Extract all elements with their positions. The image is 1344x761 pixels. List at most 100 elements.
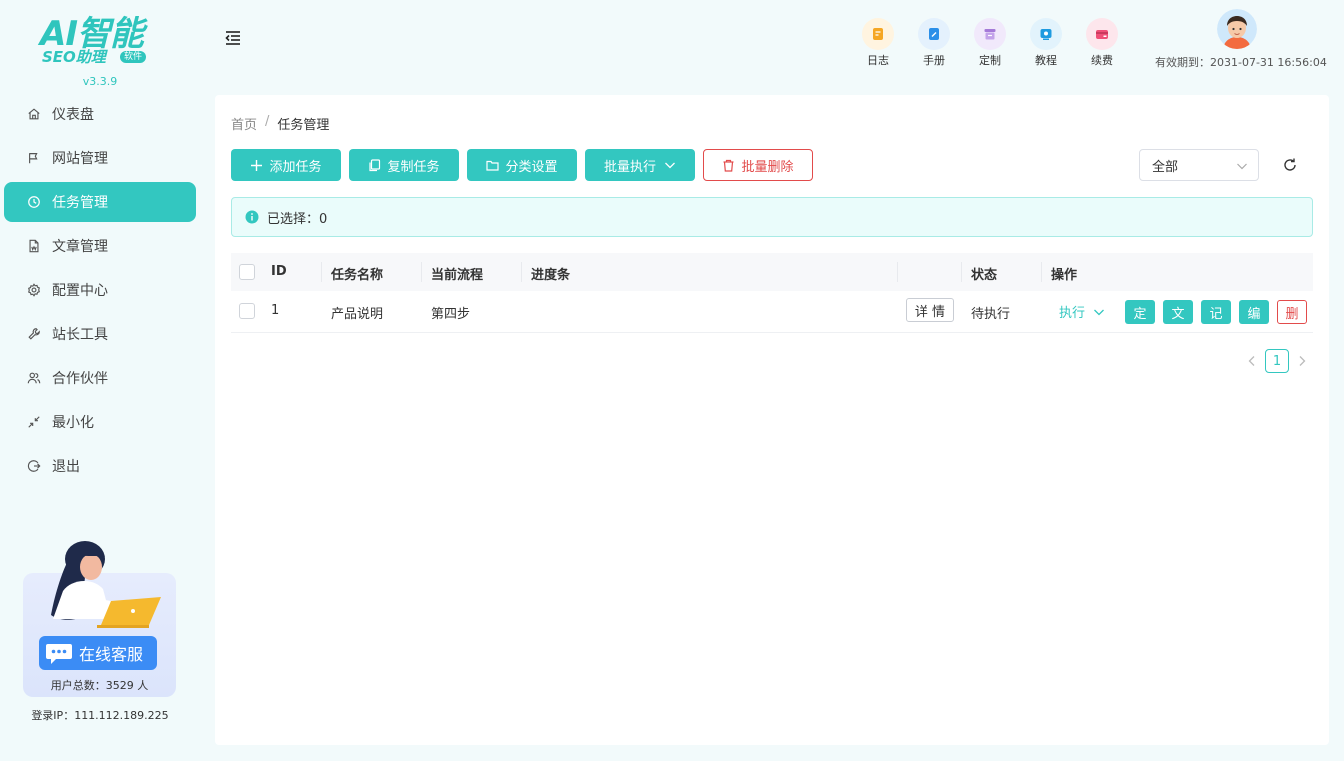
sidebar-item-articles[interactable]: 文章管理 [4, 226, 196, 266]
home-icon [26, 106, 42, 122]
custom-icon [974, 18, 1006, 50]
row-checkbox[interactable] [239, 303, 255, 319]
license-expiry: 有效期到：2031-07-31 16:56:04 [1155, 56, 1327, 69]
sidebar-item-label: 任务管理 [52, 195, 108, 211]
sidebar-nav: 仪表盘 网站管理 任务管理 文章管理 配置中心 站长工具 合作伙伴 最小化 退出 [0, 94, 200, 490]
quick-link-label: 定制 [979, 54, 1001, 67]
delete-button[interactable]: 删 [1277, 300, 1307, 324]
sidebar-item-logout[interactable]: 退出 [4, 446, 196, 486]
add-task-label: 添加任务 [269, 159, 322, 175]
chevron-down-icon [1094, 309, 1104, 315]
logo-sub-text: SEO助理 [42, 48, 106, 66]
chat-icon [46, 644, 72, 664]
header-actions: 操作 [1051, 268, 1078, 283]
minimize-icon [26, 414, 42, 430]
main-content: 首页 / 任务管理 添加任务 复制任务 分类设置 批量执行 批量删除 全部 已选… [215, 95, 1329, 745]
sidebar-item-partners[interactable]: 合作伙伴 [4, 358, 196, 398]
task-table: ID 任务名称 当前流程 进度条 状态 操作 1 产品说明 第四步 详 情 待执… [231, 253, 1313, 333]
copy-task-button[interactable]: 复制任务 [349, 149, 459, 181]
row-status: 待执行 [971, 307, 1011, 322]
chevron-down-icon [665, 162, 675, 169]
table-header: ID 任务名称 当前流程 进度条 状态 操作 [231, 253, 1313, 291]
document-icon [26, 238, 42, 254]
refresh-icon [1284, 158, 1296, 171]
app-logo[interactable]: AI智能 SEO助理 软件 [38, 14, 162, 68]
logout-icon [26, 458, 42, 474]
detail-button[interactable]: 详 情 [906, 298, 954, 322]
topbar: 日志 手册 定制 教程 续费 有效期到：2031-07-31 16:56:04 [200, 0, 1344, 92]
refresh-button[interactable] [1282, 157, 1298, 173]
plus-icon [251, 159, 263, 171]
add-task-button[interactable]: 添加任务 [231, 149, 341, 181]
renew-icon [1086, 18, 1118, 50]
batch-delete-label: 批量删除 [741, 159, 794, 175]
batch-delete-button[interactable]: 批量删除 [703, 149, 813, 181]
column-divider [961, 262, 962, 282]
quick-link-label: 手册 [923, 54, 945, 67]
quick-link-tutorial[interactable]: 教程 [1018, 18, 1074, 70]
quick-link-custom[interactable]: 定制 [962, 18, 1018, 70]
chevron-right-icon[interactable] [1295, 354, 1309, 368]
log-button[interactable]: 记 [1201, 300, 1231, 324]
sidebar-item-label: 网站管理 [52, 151, 108, 167]
header-status: 状态 [971, 268, 998, 283]
table-row: 1 产品说明 第四步 详 情 待执行 执行 定 文 记 编 删 [231, 291, 1313, 333]
header-task-name: 任务名称 [331, 268, 384, 283]
log-icon [862, 18, 894, 50]
copy-icon [369, 158, 381, 171]
logo-badge: 软件 [120, 51, 147, 63]
column-divider [1041, 262, 1042, 282]
tutorial-icon [1030, 18, 1062, 50]
user-avatar[interactable] [1217, 9, 1257, 49]
sidebar: AI智能 SEO助理 软件 v3.3.9 仪表盘 网站管理 任务管理 文章管理 … [0, 0, 200, 761]
sidebar-item-websites[interactable]: 网站管理 [4, 138, 196, 178]
users-icon [26, 370, 42, 386]
quick-link-manual[interactable]: 手册 [906, 18, 962, 70]
collapse-sidebar-button[interactable] [224, 29, 242, 47]
quick-link-renew[interactable]: 续费 [1074, 18, 1130, 70]
select-all-checkbox[interactable] [239, 264, 255, 280]
app-root: AI智能 SEO助理 软件 v3.3.9 仪表盘 网站管理 任务管理 文章管理 … [0, 0, 1344, 761]
category-filter-select[interactable]: 全部 [1139, 149, 1259, 181]
execute-label: 执行 [1059, 306, 1086, 321]
sidebar-item-dashboard[interactable]: 仪表盘 [4, 94, 196, 134]
online-support-button[interactable]: 在线客服 [39, 636, 157, 670]
clock-icon [26, 194, 42, 210]
page-button[interactable]: 1 [1265, 349, 1289, 373]
support-illustration [51, 541, 161, 628]
sidebar-item-config[interactable]: 配置中心 [4, 270, 196, 310]
quick-link-label: 续费 [1091, 54, 1113, 67]
flag-icon [26, 150, 42, 166]
column-divider [521, 262, 522, 282]
user-count: 用户总数：3529 人 [50, 679, 149, 692]
sidebar-item-minimize[interactable]: 最小化 [4, 402, 196, 442]
task-toolbar: 添加任务 复制任务 分类设置 批量执行 批量删除 [231, 149, 821, 181]
edit-button[interactable]: 编 [1239, 300, 1269, 324]
chevron-down-icon [1237, 163, 1247, 170]
row-id: 1 [271, 303, 280, 318]
trash-icon [723, 159, 734, 172]
gear-icon [26, 282, 42, 298]
sidebar-item-tools[interactable]: 站长工具 [4, 314, 196, 354]
sidebar-item-tasks[interactable]: 任务管理 [4, 182, 196, 222]
login-ip: 登录IP：111.112.189.225 [31, 709, 169, 722]
sidebar-item-label: 仪表盘 [52, 107, 94, 123]
quick-link-log[interactable]: 日志 [850, 18, 906, 70]
category-settings-button[interactable]: 分类设置 [467, 149, 577, 181]
schedule-button[interactable]: 定 [1125, 300, 1155, 324]
breadcrumb: 首页 / 任务管理 [231, 114, 329, 133]
sidebar-item-label: 配置中心 [52, 283, 108, 299]
execute-dropdown[interactable]: 执行 [1059, 302, 1105, 321]
column-divider [897, 262, 898, 282]
menu-fold-icon [225, 31, 240, 45]
info-icon [245, 210, 259, 224]
app-version: v3.3.9 [82, 75, 118, 88]
sidebar-item-label: 合作伙伴 [52, 371, 108, 387]
article-button[interactable]: 文 [1163, 300, 1193, 324]
sidebar-item-label: 最小化 [52, 415, 94, 431]
manual-icon [918, 18, 950, 50]
batch-execute-dropdown[interactable]: 批量执行 [585, 149, 695, 181]
chevron-left-icon[interactable] [1245, 354, 1259, 368]
wrench-icon [26, 326, 42, 342]
breadcrumb-home[interactable]: 首页 [231, 114, 257, 133]
